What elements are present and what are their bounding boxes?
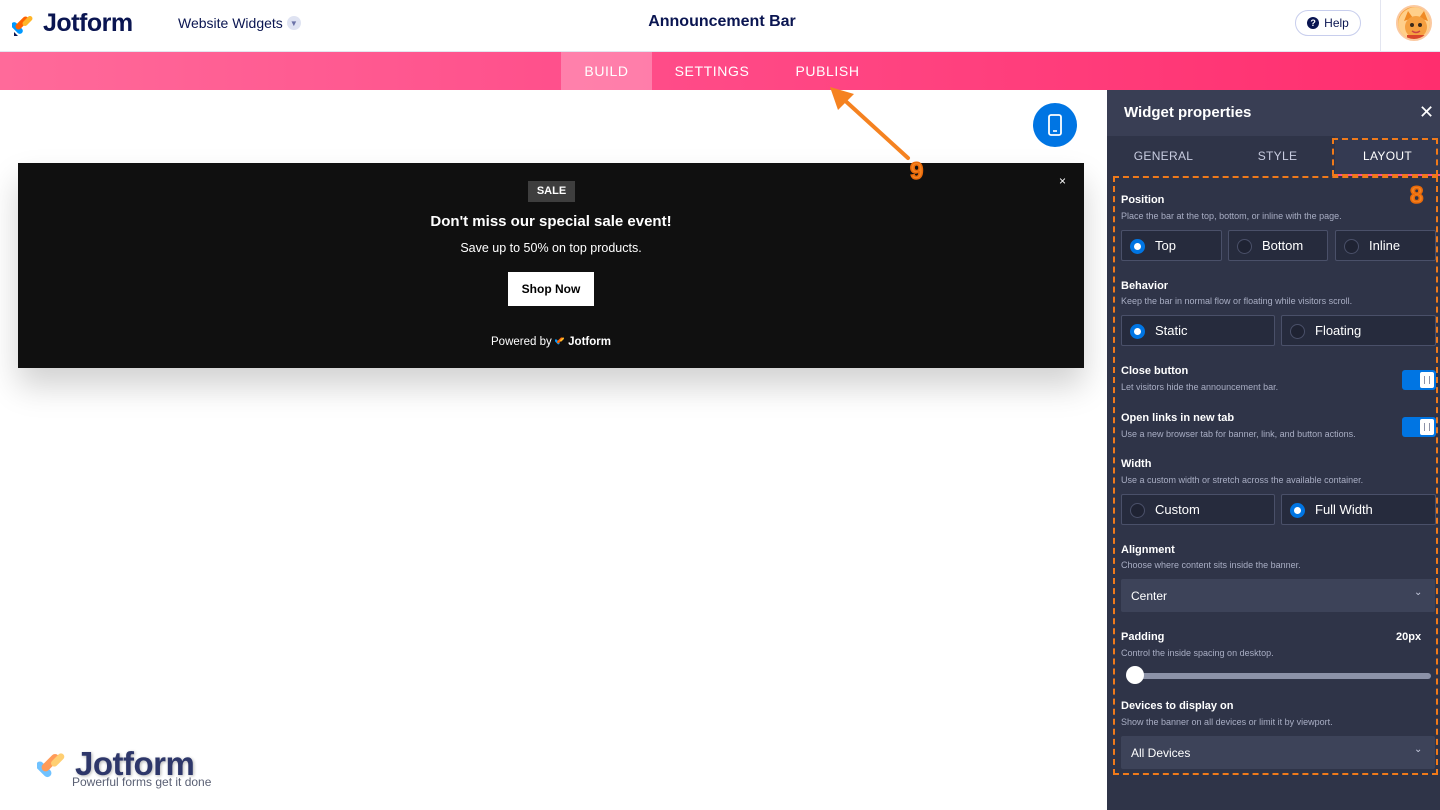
main-nav: BUILD SETTINGS PUBLISH [0,52,1440,90]
help-button[interactable]: ? Help [1295,10,1361,36]
annotation-layout-panel-box [1113,176,1438,775]
tab-build[interactable]: BUILD [561,52,652,90]
tab-style[interactable]: STYLE [1220,136,1335,176]
tab-settings[interactable]: SETTINGS [662,52,762,90]
annotation-layout-tab-box [1332,138,1438,176]
help-label: Help [1324,16,1349,30]
avatar[interactable] [1396,5,1432,41]
watermark-tagline: Powerful forms get it done [72,775,212,789]
annotation-arrow-icon [830,87,910,160]
divider [1380,0,1381,52]
jotform-watermark-icon [37,753,65,778]
top-bar: Jotform Website Widgets ▼ Announcement B… [0,0,1440,52]
panel-header: Widget properties ✕ [1107,90,1440,136]
annotation-number-8: 8 [1409,181,1424,210]
banner-subtitle: Save up to 50% on top products. [460,241,642,255]
avatar-cat-icon [1398,7,1430,39]
powered-by[interactable]: Powered by Jotform [0,336,1102,348]
shop-now-button[interactable]: Shop Now [508,272,594,306]
banner-close-icon[interactable]: × [1059,174,1066,188]
banner-title: Don't miss our special sale event! [430,213,672,230]
tab-general[interactable]: GENERAL [1107,136,1220,176]
mobile-phone-icon [1048,114,1062,136]
powered-by-brand: Jotform [568,336,611,348]
panel-title: Widget properties [1124,104,1252,121]
page-title: Announcement Bar [648,13,796,30]
powered-by-label: Powered by [491,336,552,348]
close-icon[interactable]: ✕ [1419,102,1434,123]
jotform-mini-icon [554,337,565,345]
mobile-preview-button[interactable] [1033,103,1077,147]
question-icon: ? [1307,17,1320,29]
sale-badge: SALE [528,181,575,202]
